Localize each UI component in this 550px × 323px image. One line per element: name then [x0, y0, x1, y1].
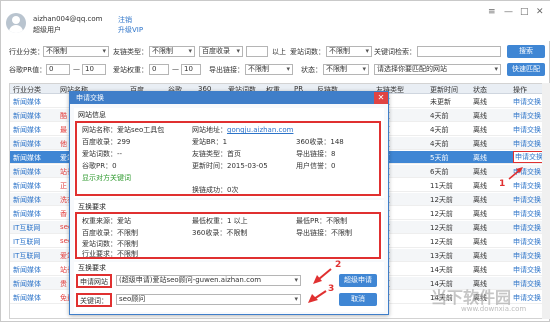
annotation-arrows — [308, 167, 523, 303]
watermark-url: www.downxia.com — [461, 305, 527, 313]
annotation-arrow-3-head — [308, 294, 318, 303]
app-window: aizhan004@qq.com 超级用户 注销 升级VIP ≡ — □ ✕ 行… — [0, 0, 550, 322]
annotation-arrow-2 — [318, 268, 332, 280]
annotation-3: 3 — [328, 284, 335, 294]
annotation-2: 2 — [335, 260, 342, 270]
annotation-1: 1 — [499, 179, 506, 189]
